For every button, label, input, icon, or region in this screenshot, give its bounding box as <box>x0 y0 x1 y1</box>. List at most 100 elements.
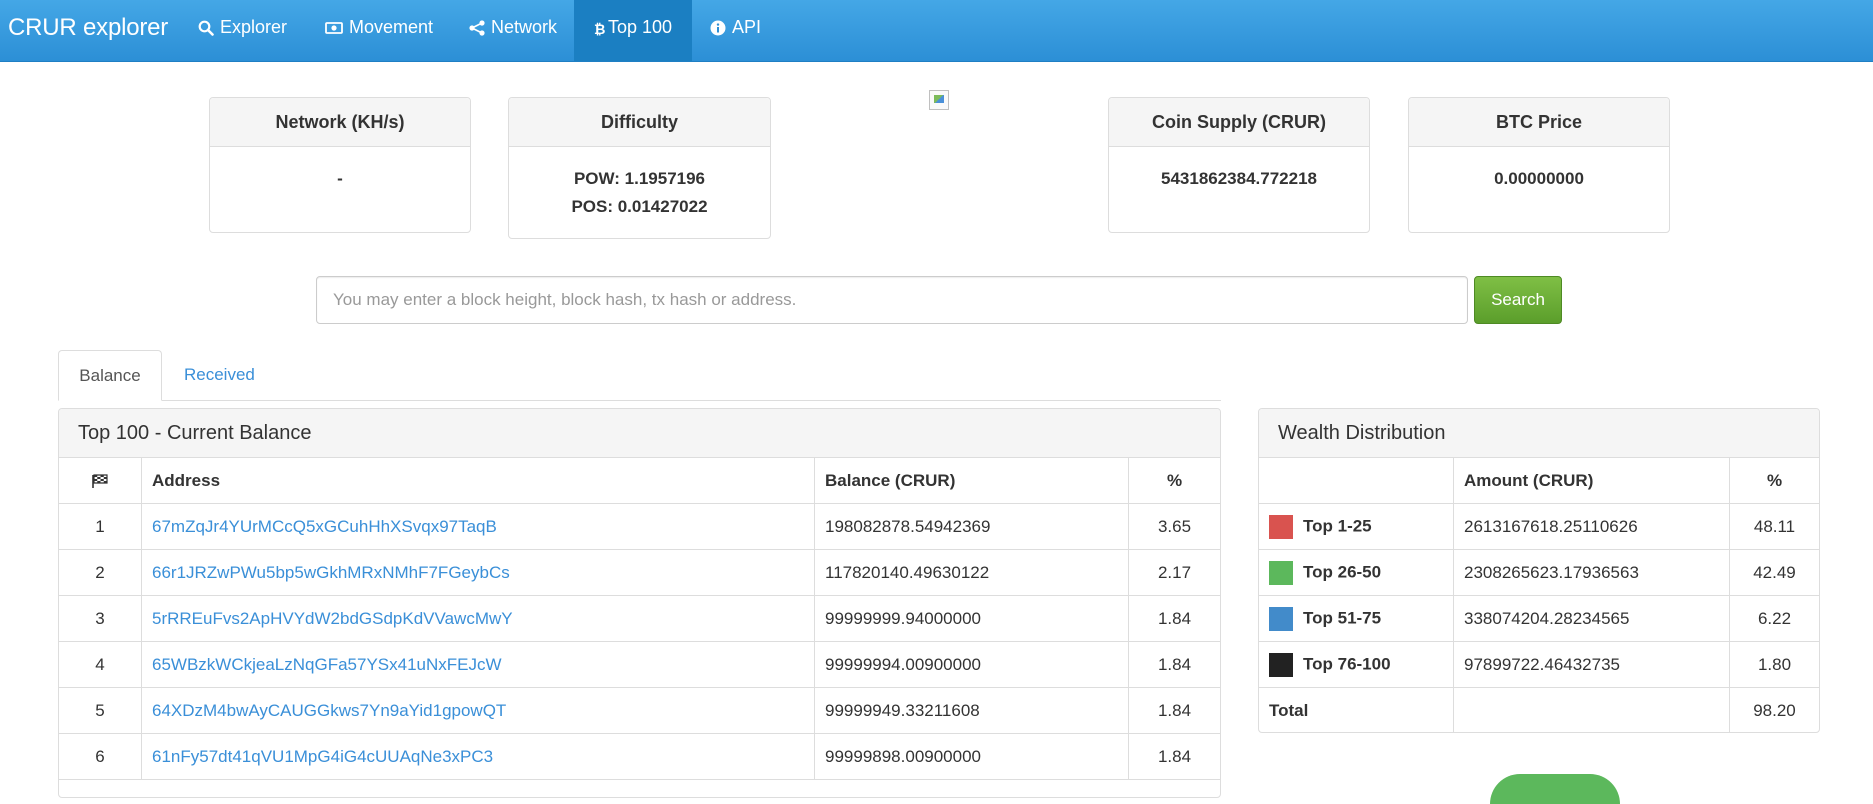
rank-cell: 5 <box>59 687 142 734</box>
address-header: Address <box>141 458 815 504</box>
address-link[interactable]: 61nFy57dt41qVU1MpG4iG4cUUAqNe3xPC3 <box>152 747 493 766</box>
table-row: 2 66r1JRZwPWu5bp5wGkhMRxNMhF7FGeybCs 117… <box>59 549 1220 596</box>
network-panel: Network (KH/s) - <box>209 97 471 233</box>
address-cell: 66r1JRZwPWu5bp5wGkhMRxNMhF7FGeybCs <box>141 549 815 596</box>
difficulty-pos: POS: 0.01427022 <box>571 197 708 216</box>
nav-api[interactable]: API <box>710 0 761 55</box>
rank-cell: 1 <box>59 503 142 550</box>
btc-price-value: 0.00000000 <box>1494 169 1584 188</box>
table-row: 5 64XDzM4bwAyCAUGGkws7Yn9aYid1gpowQT 999… <box>59 687 1220 734</box>
wealth-panel: Wealth Distribution Amount (CRUR) % Top … <box>1258 408 1820 733</box>
red-swatch <box>1269 514 1293 539</box>
percent-cell: 1.84 <box>1128 595 1220 642</box>
tab-received[interactable]: Received <box>164 350 275 401</box>
wealth-percent: 6.22 <box>1729 595 1819 642</box>
wealth-amount: 338074204.28234565 <box>1453 595 1730 642</box>
wealth-label: Top 26-50 <box>1303 561 1382 581</box>
nav-api-label: API <box>732 17 762 37</box>
top100-table: Address Balance (CRUR) % 1 67mZqJr4YUrMC… <box>59 458 1220 780</box>
nav-explorer-label: Explorer <box>220 17 288 37</box>
wealth-percent: 42.49 <box>1729 549 1819 596</box>
wealth-title: Wealth Distribution <box>1259 409 1819 458</box>
percent-cell: 2.17 <box>1128 549 1220 596</box>
wealth-amount: 97899722.46432735 <box>1453 641 1730 688</box>
wealth-total-row: Total 98.20 <box>1259 687 1819 732</box>
address-link[interactable]: 65WBzkWCkjeaLzNqGFa57YSx41uNxFEJcW <box>152 655 502 674</box>
btc-price-panel: BTC Price 0.00000000 <box>1408 97 1670 233</box>
wealth-percent-header: % <box>1729 458 1819 504</box>
blue-swatch <box>1269 606 1293 631</box>
wealth-total-percent: 98.20 <box>1729 687 1819 732</box>
address-cell: 61nFy57dt41qVU1MpG4iG4cUUAqNe3xPC3 <box>141 733 815 780</box>
coin-supply-panel: Coin Supply (CRUR) 5431862384.772218 <box>1108 97 1370 233</box>
table-row: 4 65WBzkWCkjeaLzNqGFa57YSx41uNxFEJcW 999… <box>59 641 1220 688</box>
balance-cell: 99999999.94000000 <box>814 595 1129 642</box>
wealth-percent: 1.80 <box>1729 641 1819 688</box>
money-icon <box>325 21 343 35</box>
network-value: - <box>337 169 343 188</box>
rank-cell: 4 <box>59 641 142 688</box>
wealth-table: Amount (CRUR) % Top 1-25 2613167618.2511… <box>1259 458 1819 732</box>
percent-cell: 3.65 <box>1128 503 1220 550</box>
btc-price-title: BTC Price <box>1409 98 1669 147</box>
wealth-row: Top 1-25 2613167618.25110626 48.11 <box>1259 503 1819 550</box>
address-link[interactable]: 5rRREuFvs2ApHVYdW2bdGSdpKdVVawcMwY <box>152 609 513 628</box>
top100-panel: Top 100 - Current Balance Address Balanc… <box>58 408 1221 798</box>
wealth-total-amount <box>1453 687 1730 732</box>
bitcoin-icon: ₿ <box>594 21 605 36</box>
address-link[interactable]: 67mZqJr4YUrMCcQ5xGCuhHhXSvqx97TaqB <box>152 517 497 536</box>
table-row: 6 61nFy57dt41qVU1MpG4iG4cUUAqNe3xPC3 999… <box>59 733 1220 780</box>
balance-cell: 198082878.54942369 <box>814 503 1129 550</box>
table-row: 3 5rRREuFvs2ApHVYdW2bdGSdpKdVVawcMwY 999… <box>59 595 1220 642</box>
address-cell: 5rRREuFvs2ApHVYdW2bdGSdpKdVVawcMwY <box>141 595 815 642</box>
address-link[interactable]: 64XDzM4bwAyCAUGGkws7Yn9aYid1gpowQT <box>152 701 506 720</box>
nav-explorer[interactable]: Explorer <box>198 0 287 55</box>
rank-cell: 6 <box>59 733 142 780</box>
flag-checkered-icon <box>91 471 109 490</box>
coin-supply-title: Coin Supply (CRUR) <box>1109 98 1369 147</box>
network-title: Network (KH/s) <box>210 98 470 147</box>
svg-text:₿: ₿ <box>594 22 605 36</box>
green-swatch <box>1269 560 1293 585</box>
difficulty-panel: Difficulty POW: 1.1957196 POS: 0.0142702… <box>508 97 771 239</box>
wealth-label-header <box>1259 458 1454 504</box>
wealth-pie-chart <box>1490 774 1620 804</box>
search-input[interactable] <box>316 276 1468 324</box>
wealth-amount: 2308265623.17936563 <box>1453 549 1730 596</box>
address-link[interactable]: 66r1JRZwPWu5bp5wGkhMRxNMhF7FGeybCs <box>152 563 510 582</box>
nav-network-label: Network <box>491 17 558 37</box>
address-cell: 65WBzkWCkjeaLzNqGFa57YSx41uNxFEJcW <box>141 641 815 688</box>
info-circle-icon <box>710 20 726 36</box>
balance-cell: 117820140.49630122 <box>814 549 1129 596</box>
logo-image <box>929 90 949 110</box>
rank-cell: 2 <box>59 549 142 596</box>
share-icon <box>469 20 485 36</box>
wealth-label: Top 51-75 <box>1303 607 1382 627</box>
coin-supply-value: 5431862384.772218 <box>1161 169 1317 188</box>
wealth-label: Top 1-25 <box>1303 515 1372 535</box>
percent-header: % <box>1128 458 1220 504</box>
percent-cell: 1.84 <box>1128 733 1220 780</box>
percent-cell: 1.84 <box>1128 687 1220 734</box>
difficulty-pow: POW: 1.1957196 <box>573 169 706 188</box>
wealth-row: Top 26-50 2308265623.17936563 42.49 <box>1259 549 1819 596</box>
address-cell: 64XDzM4bwAyCAUGGkws7Yn9aYid1gpowQT <box>141 687 815 734</box>
brand-link[interactable]: CRUR explorer <box>8 0 168 61</box>
nav-movement-label: Movement <box>349 17 434 37</box>
tab-balance[interactable]: Balance <box>58 350 162 401</box>
nav-network[interactable]: Network <box>469 0 557 55</box>
balance-header: Balance (CRUR) <box>814 458 1129 504</box>
nav-movement[interactable]: Movement <box>325 0 433 55</box>
nav-top100-label: Top 100 <box>607 17 673 37</box>
search-button[interactable]: Search <box>1474 276 1562 324</box>
table-row: 1 67mZqJr4YUrMCcQ5xGCuhHhXSvqx97TaqB 198… <box>59 503 1220 550</box>
balance-cell: 99999898.00900000 <box>814 733 1129 780</box>
nav-top100[interactable]: ₿ Top 100 <box>574 0 692 61</box>
black-swatch <box>1269 652 1293 677</box>
wealth-label: Top 76-100 <box>1303 653 1391 673</box>
balance-cell: 99999994.00900000 <box>814 641 1129 688</box>
navbar: CRUR explorer Explorer Movement Network … <box>0 0 1873 62</box>
amount-header: Amount (CRUR) <box>1453 458 1730 504</box>
wealth-percent: 48.11 <box>1729 503 1819 550</box>
wealth-total-label: Total <box>1259 687 1454 732</box>
